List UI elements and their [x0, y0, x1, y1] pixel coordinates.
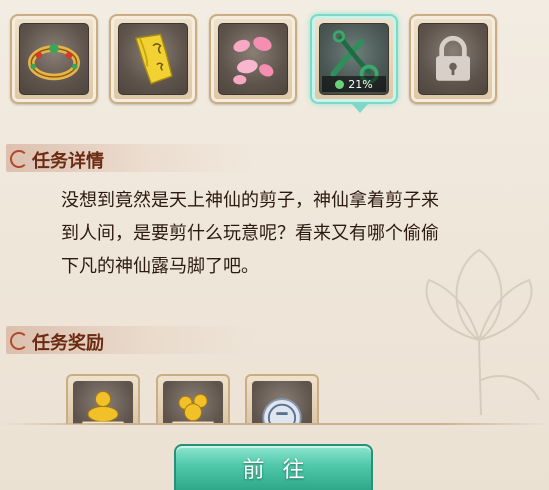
ring-icon	[28, 43, 80, 81]
go-button[interactable]: 前往	[174, 444, 373, 490]
task-rewards-header: 任务奖励	[6, 326, 256, 354]
item-slot-locked[interactable]	[409, 14, 497, 104]
item-slot-ring[interactable]	[10, 14, 98, 104]
task-details-header: 任务详情	[6, 144, 256, 172]
task-description-line: 下凡的神仙露马脚了吧。	[61, 256, 259, 277]
gold-coins-exp-icon	[172, 393, 214, 424]
petals-icon	[233, 36, 274, 85]
task-details-title: 任务详情	[32, 151, 104, 172]
progress-label: 21%	[348, 77, 373, 91]
lock-icon	[436, 35, 470, 81]
reward-item-gold-ingot[interactable]	[66, 374, 140, 424]
item-slot-scroll[interactable]	[109, 14, 197, 104]
reward-item-gold-coins[interactable]	[156, 374, 230, 424]
task-rewards-title: 任务奖励	[32, 333, 104, 354]
task-description-line: 没想到竟然是天上神仙的剪子，神仙拿着剪子来	[61, 190, 439, 211]
selected-pointer	[352, 104, 368, 113]
scroll-icon	[135, 33, 173, 85]
section-flourish-icon	[10, 150, 28, 168]
item-slot-scissors[interactable]: 21%	[310, 14, 398, 104]
item-progress: 21%	[322, 76, 386, 92]
section-flourish-icon	[10, 332, 28, 350]
gold-ingot-exp-icon	[82, 391, 124, 424]
task-description-line: 到人间，是要剪什么玩意呢？看来又有哪个偷偷	[61, 223, 439, 244]
reward-item-silver-coin[interactable]	[245, 374, 319, 424]
task-description: 没想到竟然是天上神仙的剪子，神仙拿着剪子来 到人间，是要剪什么玩意呢？看来又有哪…	[61, 184, 531, 283]
silver-coin-icon	[262, 398, 302, 424]
panel-divider	[0, 423, 549, 425]
progress-dot-icon	[335, 79, 345, 89]
item-slot-petals[interactable]	[209, 14, 297, 104]
